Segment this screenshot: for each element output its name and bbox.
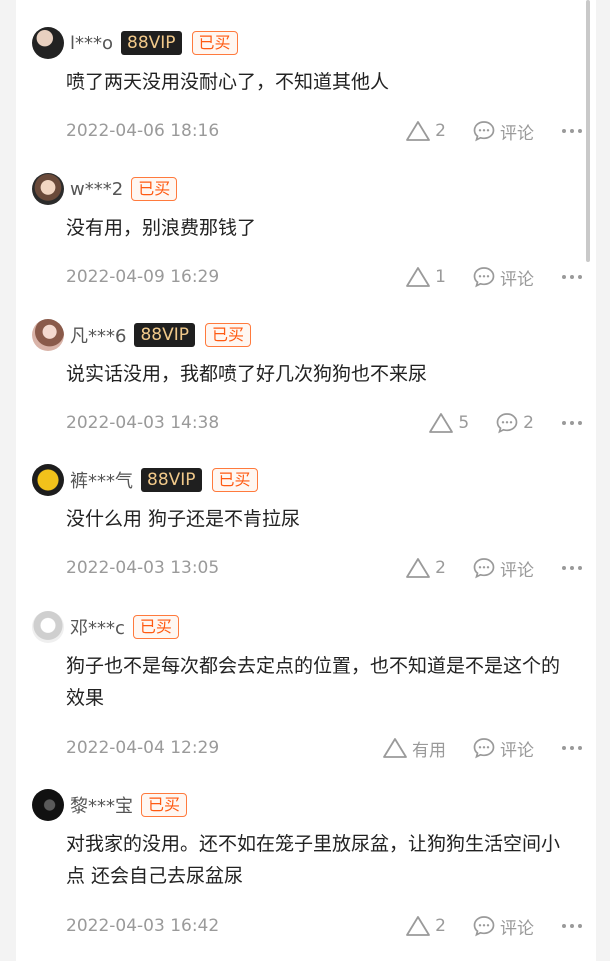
comment-count: 评论	[500, 740, 534, 761]
comment-date: 2022-04-03 13:05	[66, 558, 220, 578]
comment-button[interactable]: 评论	[472, 119, 534, 144]
avatar[interactable]	[32, 464, 64, 496]
comment-meta: 2022-04-09 16:29 1 评论	[66, 263, 582, 291]
more-dots-icon[interactable]	[562, 421, 582, 425]
username[interactable]: 邓***c	[70, 614, 125, 640]
speech-bubble-icon	[473, 558, 495, 579]
comment-text: 狗子也不是每次都会去定点的位置，也不知道是不是这个的效果	[66, 655, 561, 709]
comment-header: 邓***c 已买	[32, 610, 179, 644]
comment-date: 2022-04-04 12:29	[66, 738, 220, 758]
like-button[interactable]: 2	[405, 120, 446, 142]
comment-button[interactable]: 评论	[472, 265, 534, 290]
like-count: 2	[435, 121, 446, 141]
comment-text: 喷了两天没用没耐心了，不知道其他人	[66, 71, 390, 93]
speech-bubble-icon	[473, 916, 495, 937]
comment-header: w***2 已买	[32, 172, 178, 206]
comment-text: 说实话没用，我都喷了好几次狗狗也不来尿	[66, 363, 428, 385]
more-dots-icon[interactable]	[562, 129, 582, 133]
comment-header: l***o 88VIP 已买	[32, 26, 238, 60]
comment-count: 2	[523, 413, 534, 433]
bought-badge: 已买	[132, 615, 179, 639]
comment-button[interactable]: 评论	[472, 736, 534, 761]
comment-header: 裤***气 88VIP 已买	[32, 463, 258, 497]
like-button[interactable]: 1	[405, 266, 446, 288]
comment-button[interactable]: 评论	[472, 914, 534, 939]
comment-meta: 2022-04-03 16:42 2 评论	[66, 912, 582, 940]
speech-bubble-icon	[473, 738, 495, 759]
comment-header: 凡***6 88VIP 已买	[32, 318, 251, 352]
vip-badge: 88VIP	[121, 31, 182, 55]
username[interactable]: 凡***6	[70, 322, 126, 348]
vip-badge: 88VIP	[141, 468, 202, 492]
comment-date: 2022-04-09 16:29	[66, 267, 220, 287]
page-right-margin	[596, 0, 610, 961]
bought-badge: 已买	[141, 793, 188, 817]
comment-meta: 2022-04-04 12:29 有用 评论	[66, 734, 582, 762]
avatar[interactable]	[32, 611, 64, 643]
comment-button[interactable]: 评论	[472, 556, 534, 581]
username[interactable]: w***2	[70, 179, 123, 200]
like-count: 有用	[412, 740, 446, 761]
comment-date: 2022-04-06 18:16	[66, 121, 220, 141]
scrollbar[interactable]	[586, 0, 590, 262]
username[interactable]: 裤***气	[70, 467, 133, 493]
like-button[interactable]: 2	[405, 557, 446, 579]
comment-meta: 2022-04-03 14:38 5 2	[66, 409, 582, 437]
bought-badge: 已买	[191, 31, 238, 55]
avatar[interactable]	[32, 789, 64, 821]
triangle-like-icon	[406, 267, 431, 287]
comment-text: 没有用，别浪费那钱了	[66, 217, 257, 239]
more-dots-icon[interactable]	[562, 746, 582, 750]
comment-text: 没什么用 狗子还是不肯拉尿	[66, 508, 301, 530]
comment-date: 2022-04-03 16:42	[66, 916, 220, 936]
like-button[interactable]: 有用	[382, 736, 446, 761]
speech-bubble-icon	[473, 267, 495, 288]
more-dots-icon[interactable]	[562, 924, 582, 928]
like-count: 5	[458, 413, 470, 433]
comment-count: 评论	[500, 123, 534, 144]
vip-badge: 88VIP	[134, 323, 195, 347]
like-count: 2	[435, 916, 446, 936]
speech-bubble-icon	[496, 413, 518, 434]
triangle-like-icon	[406, 558, 431, 578]
bought-badge: 已买	[211, 468, 258, 492]
like-button[interactable]: 2	[405, 915, 446, 937]
speech-bubble-icon	[473, 121, 495, 142]
triangle-like-icon	[383, 738, 407, 758]
bought-badge: 已买	[131, 177, 178, 201]
comment-count: 评论	[500, 918, 534, 939]
more-dots-icon[interactable]	[562, 566, 582, 570]
like-button[interactable]: 5	[428, 412, 469, 434]
like-count: 1	[435, 267, 446, 287]
avatar[interactable]	[32, 27, 64, 59]
more-dots-icon[interactable]	[562, 275, 582, 279]
comment-date: 2022-04-03 14:38	[66, 413, 220, 433]
comment-meta: 2022-04-03 13:05 2 评论	[66, 554, 582, 582]
triangle-like-icon	[406, 916, 431, 936]
comment-meta: 2022-04-06 18:16 2 评论	[66, 117, 582, 145]
comment-text: 对我家的没用。还不如在笼子里放尿盆，让狗狗生活空间小点 还会自己去尿盆尿	[66, 833, 561, 887]
avatar[interactable]	[32, 319, 64, 351]
avatar[interactable]	[32, 173, 64, 205]
triangle-like-icon	[429, 413, 454, 433]
triangle-like-icon	[406, 121, 431, 141]
comment-count: 评论	[500, 560, 534, 581]
like-count: 2	[435, 558, 446, 578]
username[interactable]: l***o	[70, 33, 113, 54]
page-left-margin	[0, 0, 16, 961]
bought-badge: 已买	[204, 323, 251, 347]
comment-count: 评论	[500, 269, 534, 290]
comment-button[interactable]: 2	[495, 411, 534, 435]
username[interactable]: 黎***宝	[70, 792, 133, 818]
comment-header: 黎***宝 已买	[32, 788, 188, 822]
